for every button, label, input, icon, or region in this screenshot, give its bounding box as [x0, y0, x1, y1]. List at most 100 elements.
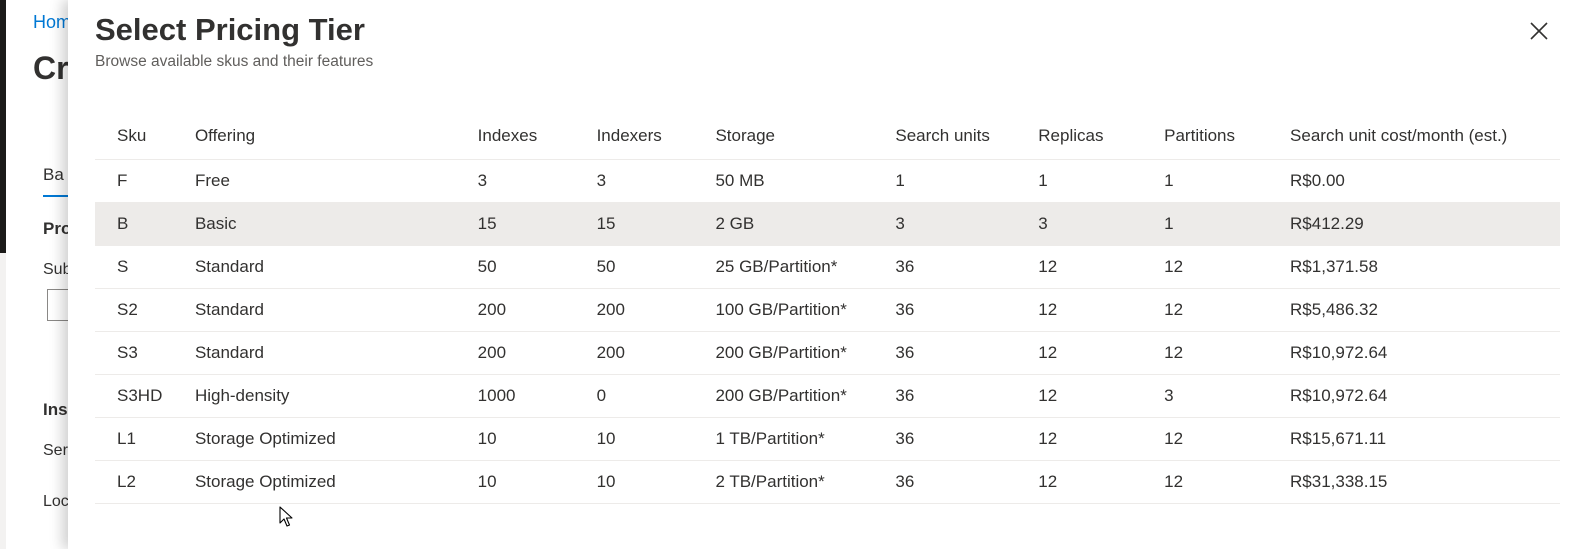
- cell-replicas: 3: [1038, 202, 1165, 246]
- cell-indexers: 10: [596, 460, 716, 504]
- background-page: Hom Cr Ba Pro Sub Ins Ser Loc: [6, 0, 68, 549]
- table-row[interactable]: S3 Standard 200 200 200 GB/Partition* 36…: [95, 331, 1560, 375]
- cell-sku: F: [95, 159, 195, 203]
- page: Hom Cr Ba Pro Sub Ins Ser Loc Select Pri…: [0, 0, 1596, 549]
- cell-partitions: 3: [1164, 374, 1291, 418]
- subscription-dropdown[interactable]: [47, 289, 68, 321]
- cell-indexes: 50: [477, 245, 597, 289]
- cell-indexes: 10: [477, 460, 597, 504]
- cell-replicas: 12: [1038, 331, 1165, 375]
- section-project-details: Pro: [43, 219, 68, 238]
- cell-partitions: 12: [1164, 245, 1291, 289]
- column-header-indexes[interactable]: Indexes: [477, 113, 597, 160]
- cell-search-units: 36: [895, 331, 1039, 375]
- cell-indexes: 200: [477, 331, 597, 375]
- cell-sku: S2: [95, 288, 195, 332]
- section-instance-details: Ins: [43, 400, 68, 419]
- cell-storage: 200 GB/Partition*: [715, 374, 896, 418]
- close-icon: [1530, 22, 1548, 40]
- table-row[interactable]: S Standard 50 50 25 GB/Partition* 36 12 …: [95, 245, 1560, 289]
- cell-sku: L1: [95, 417, 195, 461]
- cell-cost: R$31,338.15: [1290, 460, 1560, 504]
- tab-active-underline: [43, 195, 68, 197]
- cell-indexers: 200: [596, 331, 716, 375]
- column-header-partitions[interactable]: Partitions: [1164, 113, 1291, 160]
- cell-partitions: 1: [1164, 202, 1291, 246]
- cell-partitions: 12: [1164, 460, 1291, 504]
- cell-sku: S3HD: [95, 374, 195, 418]
- cell-cost: R$10,972.64: [1290, 331, 1560, 375]
- table-row[interactable]: F Free 3 3 50 MB 1 1 1 R$0.00: [95, 159, 1560, 203]
- tab-basics[interactable]: Ba: [43, 165, 64, 185]
- cell-replicas: 12: [1038, 460, 1165, 504]
- cell-partitions: 12: [1164, 331, 1291, 375]
- location-label: Loc: [43, 493, 68, 510]
- cell-offering: Standard: [194, 331, 478, 375]
- table-row[interactable]: L1 Storage Optimized 10 10 1 TB/Partitio…: [95, 417, 1560, 461]
- cell-indexes: 1000: [477, 374, 597, 418]
- cell-replicas: 12: [1038, 245, 1165, 289]
- table-row[interactable]: S2 Standard 200 200 100 GB/Partition* 36…: [95, 288, 1560, 332]
- cell-storage: 100 GB/Partition*: [715, 288, 896, 332]
- cell-offering: Standard: [194, 245, 478, 289]
- cell-offering: Basic: [194, 202, 478, 246]
- cell-indexers: 200: [596, 288, 716, 332]
- cell-search-units: 36: [895, 374, 1039, 418]
- cell-offering: High-density: [194, 374, 478, 418]
- cell-cost: R$5,486.32: [1290, 288, 1560, 332]
- blade-subtitle: Browse available skus and their features: [95, 53, 374, 70]
- column-header-search-units[interactable]: Search units: [895, 113, 1039, 160]
- cell-indexes: 10: [477, 417, 597, 461]
- cell-sku: S: [95, 245, 195, 289]
- pricing-tier-table: Sku Offering Indexes Indexers Storage Se…: [95, 113, 1560, 504]
- cell-search-units: 3: [895, 202, 1039, 246]
- column-header-offering[interactable]: Offering: [194, 113, 478, 160]
- cell-cost: R$412.29: [1290, 202, 1560, 246]
- cell-indexes: 200: [477, 288, 597, 332]
- cell-replicas: 12: [1038, 374, 1165, 418]
- cell-search-units: 1: [895, 159, 1039, 203]
- close-button[interactable]: [1527, 19, 1551, 43]
- cell-offering: Standard: [194, 288, 478, 332]
- cell-partitions: 1: [1164, 159, 1291, 203]
- cell-indexers: 10: [596, 417, 716, 461]
- cell-search-units: 36: [895, 245, 1039, 289]
- cell-indexers: 0: [596, 374, 716, 418]
- breadcrumb-home-link[interactable]: Hom: [33, 12, 68, 33]
- cell-indexers: 15: [596, 202, 716, 246]
- subscription-label: Sub: [43, 261, 68, 278]
- cell-partitions: 12: [1164, 288, 1291, 332]
- column-header-indexers[interactable]: Indexers: [596, 113, 716, 160]
- column-header-replicas[interactable]: Replicas: [1038, 113, 1165, 160]
- cell-cost: R$10,972.64: [1290, 374, 1560, 418]
- column-header-sku[interactable]: Sku: [95, 113, 195, 160]
- cell-storage: 2 TB/Partition*: [715, 460, 896, 504]
- cell-cost: R$15,671.11: [1290, 417, 1560, 461]
- cell-storage: 200 GB/Partition*: [715, 331, 896, 375]
- cell-storage: 2 GB: [715, 202, 896, 246]
- cell-indexes: 15: [477, 202, 597, 246]
- cell-search-units: 36: [895, 460, 1039, 504]
- mouse-pointer-icon: [279, 506, 293, 527]
- cell-search-units: 36: [895, 417, 1039, 461]
- cell-sku: L2: [95, 460, 195, 504]
- pricing-tier-blade: Select Pricing Tier Browse available sku…: [68, 0, 1596, 549]
- table-row[interactable]: S3HD High-density 1000 0 200 GB/Partitio…: [95, 374, 1560, 418]
- cell-storage: 1 TB/Partition*: [715, 417, 896, 461]
- cell-cost: R$1,371.58: [1290, 245, 1560, 289]
- cell-sku: S3: [95, 331, 195, 375]
- cell-offering: Storage Optimized: [194, 460, 478, 504]
- cell-search-units: 36: [895, 288, 1039, 332]
- column-header-storage[interactable]: Storage: [715, 113, 896, 160]
- table-header-row: Sku Offering Indexes Indexers Storage Se…: [95, 113, 1560, 160]
- cell-sku: B: [95, 202, 195, 246]
- cell-indexers: 3: [596, 159, 716, 203]
- cell-replicas: 1: [1038, 159, 1165, 203]
- cell-indexes: 3: [477, 159, 597, 203]
- cell-offering: Free: [194, 159, 478, 203]
- column-header-cost[interactable]: Search unit cost/month (est.): [1290, 113, 1560, 160]
- table-row-selected[interactable]: B Basic 15 15 2 GB 3 3 1 R$412.29: [95, 202, 1560, 246]
- cell-replicas: 12: [1038, 288, 1165, 332]
- table-row[interactable]: L2 Storage Optimized 10 10 2 TB/Partitio…: [95, 460, 1560, 504]
- cell-replicas: 12: [1038, 417, 1165, 461]
